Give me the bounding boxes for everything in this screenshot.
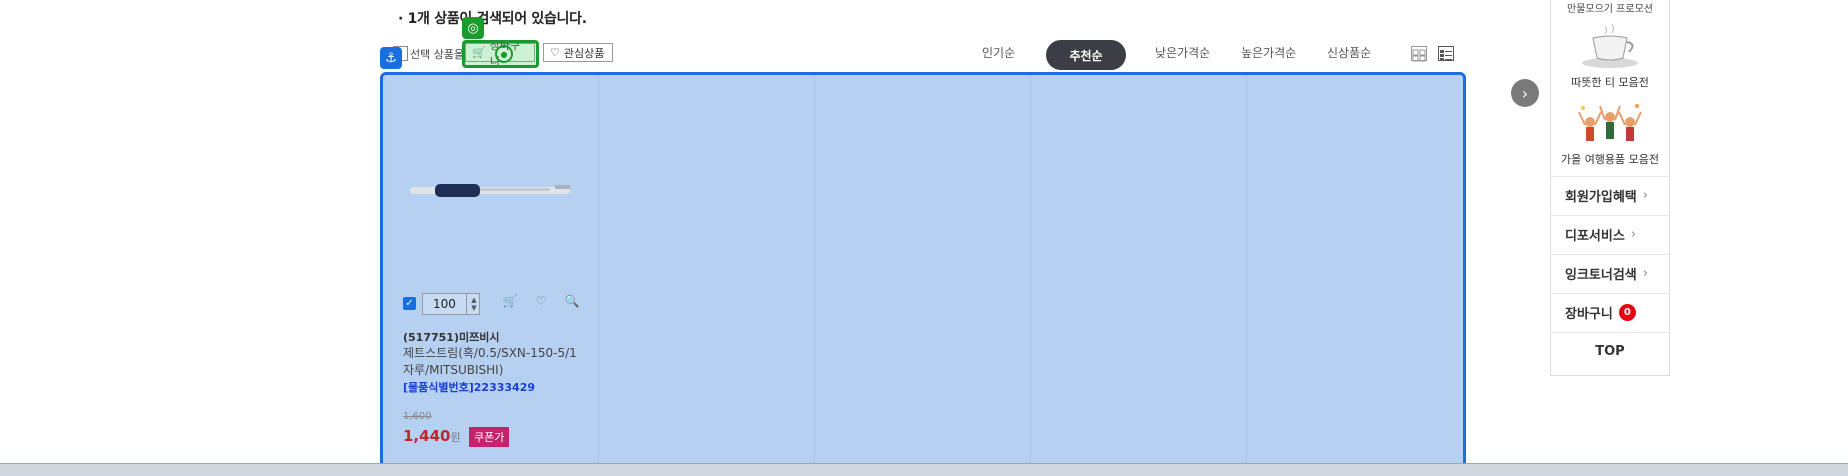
product-checkbox[interactable]: ✓ [403,297,416,310]
crosshair-icon: ● [495,45,513,63]
grid-divider [598,75,599,467]
list-view-icon[interactable] [1438,46,1454,61]
sidebar-item-ink-toner-search[interactable]: 잉크토너검색 › [1550,254,1670,292]
banner-caption-travel[interactable]: 가을 여행용품 모음전 [1550,151,1670,167]
product-name[interactable]: 제트스트림(흑/0.5/SXN-150-5/1자루/MITSUBISHI) [403,345,578,379]
sidebar-item-depot-service[interactable]: 디포서비스 › [1550,215,1670,253]
chevron-right-icon: › [1630,227,1637,242]
anchor-icon: ⚓ [380,47,402,69]
add-selected-to-wishlist-button[interactable]: ♡ 관심상품 [543,43,613,62]
grid-divider [814,75,815,467]
sale-price: 1,440원 [403,427,461,445]
sidebar-item-label: 회원가입혜택 [1565,190,1637,205]
chevron-right-icon: › [1642,266,1648,281]
cart-icon[interactable]: 🛒 [502,293,518,309]
sort-high-price[interactable]: 높은가격순 [1241,44,1296,61]
scroll-top-button[interactable]: TOP [1550,332,1670,370]
sale-price-value: 1,440 [403,427,451,445]
sidebar-item-cart[interactable]: 장바구니 0 [1550,293,1670,331]
grid-divider [1246,75,1247,467]
teacup-icon[interactable] [1575,20,1645,70]
coupon-badge: 쿠폰가 [469,427,510,447]
grid-view-icon[interactable] [1411,46,1427,62]
product-grid [380,72,1466,470]
sidebar-item-label: 디포서비스 [1565,229,1625,244]
product-identifier: [물품식별번호]22333429 [403,381,536,394]
sidebar-item-label: 잉크토너검색 [1565,268,1637,283]
original-price: 1,600 [403,411,432,422]
bottom-scroll-strip [0,463,1848,476]
sidebar-cart-label: 장바구니 [1565,307,1613,322]
search-result-summary: · 1개 상품이 검색되어 있습니다. [398,11,587,27]
cart-count-badge: 0 [1618,304,1636,321]
sort-newest[interactable]: 신상품순 [1327,44,1371,61]
target-marker-icon: ◎ [462,17,484,39]
wishlist-button-label: 관심상품 [563,46,605,60]
next-arrow-button[interactable]: › [1511,79,1539,107]
select-label: 선택 상품을 [410,48,465,61]
product-image[interactable] [405,170,575,210]
product-code[interactable]: (517751)미쯔비시 [403,329,499,345]
travel-people-icon[interactable] [1575,100,1645,150]
banner-caption-tea[interactable]: 따뜻한 티 모음전 [1550,74,1670,90]
quantity-stepper[interactable]: ▲ ▼ [466,293,481,315]
sort-low-price[interactable]: 낮은가격순 [1155,44,1210,61]
sidebar-promo-text[interactable]: 만물모으기 프로모션 [1550,0,1670,15]
sort-popular[interactable]: 인기순 [982,44,1015,61]
wishlist-icon: ♡ [550,46,560,59]
sidebar-item-membership[interactable]: 회원가입혜택 › [1550,176,1670,214]
zoom-icon[interactable]: 🔍 [564,293,580,309]
chevron-right-icon: › [1642,188,1648,203]
currency-unit: 원 [450,431,461,444]
wishlist-icon[interactable]: ♡ [533,293,549,309]
grid-divider [1030,75,1031,467]
sort-recommended[interactable]: 추천순 [1046,40,1126,70]
